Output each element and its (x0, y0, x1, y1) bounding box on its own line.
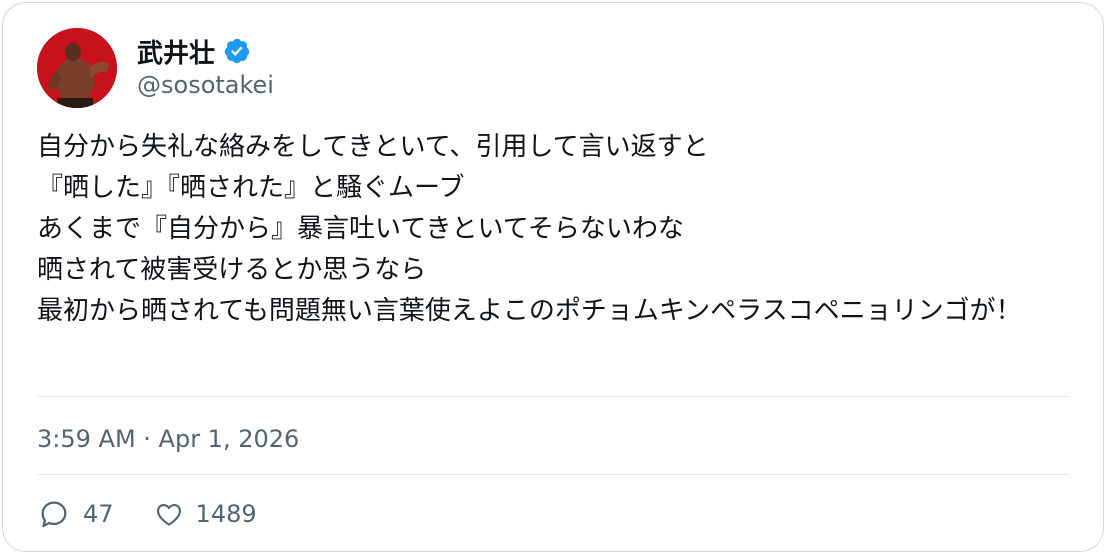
tweet-timestamp[interactable]: 3:59 AM · Apr 1, 2026 (37, 425, 299, 453)
reply-bubble-icon (41, 501, 67, 528)
like-count: 1489 (195, 500, 257, 528)
heart-icon (156, 503, 181, 526)
action-bar: 47 1489 (37, 497, 297, 531)
like-button[interactable]: 1489 (154, 499, 257, 529)
author-name-row: 武井壮 (137, 33, 251, 69)
divider (37, 396, 1069, 397)
user-handle[interactable]: @sosotakei (137, 71, 274, 99)
reply-count: 47 (83, 500, 114, 528)
avatar[interactable] (37, 28, 117, 108)
display-name[interactable]: 武井壮 (137, 33, 215, 70)
tweet-text: 自分から失礼な絡みをしてきといて、引用して言い返すと 『晒した』『晒された』と騒… (37, 132, 1022, 326)
reply-button[interactable]: 47 (37, 497, 114, 531)
divider (37, 474, 1069, 475)
tweet-card: 武井壮 @sosotakei 自分から失礼な絡みをしてきといて、引用して言い返す… (2, 2, 1104, 552)
verified-badge-icon (223, 37, 251, 65)
avatar-image (37, 28, 117, 108)
